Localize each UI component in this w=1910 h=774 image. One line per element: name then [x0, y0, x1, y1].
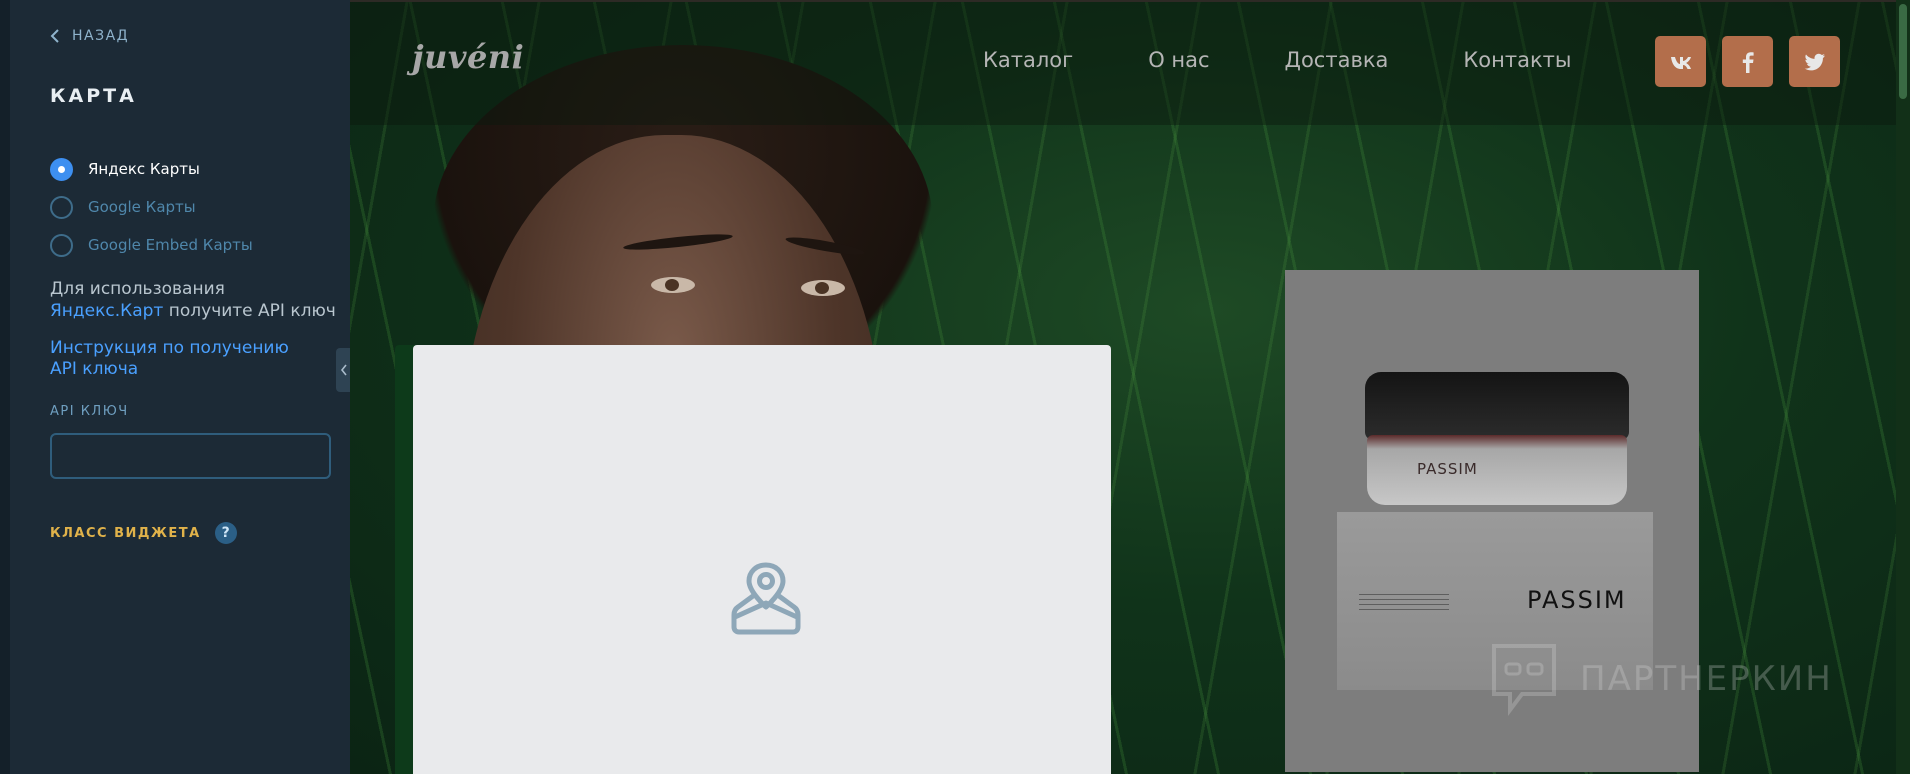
- site-nav: Каталог О нас Доставка Контакты: [983, 48, 1571, 72]
- help-icon[interactable]: ?: [214, 522, 237, 544]
- twitter-icon: [1804, 53, 1825, 70]
- jar-lid: [1365, 372, 1629, 440]
- box-fine-print: [1359, 594, 1449, 612]
- widget-class-row: КЛАСС ВИДЖЕТА ?: [50, 522, 237, 544]
- nav-contacts[interactable]: Контакты: [1463, 48, 1571, 72]
- jar-brand: PASSIM: [1417, 460, 1478, 478]
- chevron-left-icon: [340, 364, 347, 376]
- info-prefix: Для использования: [50, 279, 225, 299]
- back-label: НАЗАД: [72, 28, 130, 44]
- widget-class-label: КЛАСС ВИДЖЕТА: [50, 525, 201, 541]
- yandex-maps-link[interactable]: Яндекс.Карт: [50, 301, 163, 321]
- site-logo[interactable]: juvéni: [412, 38, 524, 76]
- twitter-button[interactable]: [1789, 36, 1840, 87]
- chevron-left-icon: [50, 29, 59, 43]
- settings-panel: НАЗАД КАРТА Яндекс Карты Google Карты Go…: [0, 0, 350, 774]
- watermark: ПАРТНЕРКИН: [1488, 640, 1833, 718]
- radio-dot: [50, 195, 73, 219]
- page-scrollbar[interactable]: [1896, 0, 1910, 774]
- nav-catalog[interactable]: Каталог: [983, 48, 1073, 72]
- vk-icon: [1670, 56, 1691, 69]
- api-key-input[interactable]: [50, 433, 331, 479]
- nav-delivery[interactable]: Доставка: [1285, 48, 1389, 72]
- collapse-panel-button[interactable]: [336, 348, 351, 392]
- panel-title: КАРТА: [50, 85, 137, 107]
- box-brand: PASSIM: [1527, 586, 1627, 614]
- site-header: juvéni Каталог О нас Доставка Контакты: [350, 0, 1910, 125]
- radio-google-maps[interactable]: Google Карты: [50, 188, 253, 226]
- radio-dot: [50, 157, 73, 181]
- info-suffix: получите API ключ: [163, 301, 336, 321]
- jar-body: [1367, 435, 1627, 505]
- map-placeholder[interactable]: [413, 345, 1111, 774]
- vk-button[interactable]: [1655, 36, 1706, 87]
- radio-yandex-maps[interactable]: Яндекс Карты: [50, 150, 253, 188]
- site-preview: juvéni Каталог О нас Доставка Контакты P…: [350, 0, 1910, 774]
- social-links: [1655, 36, 1840, 87]
- nav-about[interactable]: О нас: [1148, 48, 1209, 72]
- facebook-icon: [1742, 51, 1754, 73]
- radio-dot: [50, 233, 73, 257]
- radio-google-embed-maps[interactable]: Google Embed Карты: [50, 226, 253, 264]
- watermark-text: ПАРТНЕРКИН: [1580, 659, 1833, 699]
- map-pin-icon: [731, 562, 801, 635]
- scrollbar-thumb[interactable]: [1899, 4, 1907, 99]
- api-info-text: Для использования Яндекс.Карт получите A…: [50, 278, 340, 322]
- photo-eye: [651, 277, 695, 293]
- radio-label: Google Embed Карты: [88, 236, 253, 254]
- radio-label: Google Карты: [88, 198, 196, 216]
- photo-eye: [801, 280, 845, 296]
- back-button[interactable]: НАЗАД: [50, 28, 129, 44]
- facebook-button[interactable]: [1722, 36, 1773, 87]
- map-provider-group: Яндекс Карты Google Карты Google Embed К…: [50, 150, 253, 264]
- speech-bubble-icon: [1492, 644, 1556, 716]
- api-instruction-link[interactable]: Инструкция по получению API ключа: [50, 338, 320, 380]
- api-key-label: API КЛЮЧ: [50, 404, 129, 419]
- radio-label: Яндекс Карты: [88, 160, 200, 178]
